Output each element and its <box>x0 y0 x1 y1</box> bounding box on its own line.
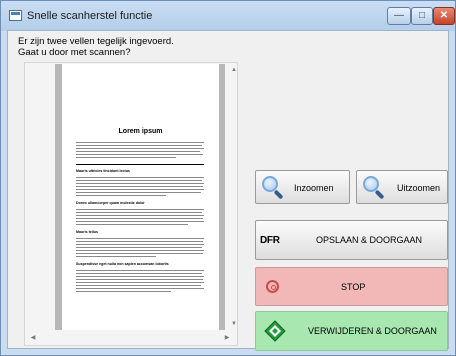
green-diamond-arrow-icon <box>264 320 286 342</box>
text-line <box>76 221 204 222</box>
text-line <box>76 180 202 181</box>
prompt-message: Er zijn twee vellen tegelijk ingevoerd. … <box>18 36 174 58</box>
save-and-continue-label: OPSLAAN & DOORGAAN <box>316 235 423 245</box>
magnifier-icon <box>362 175 386 200</box>
text-line <box>76 273 202 274</box>
text-line <box>76 177 204 178</box>
text-line <box>76 195 166 196</box>
text-line <box>76 270 204 271</box>
doc-title: Lorem ipsum <box>118 128 163 135</box>
text-line <box>76 247 202 248</box>
doc-separator <box>76 164 204 165</box>
zoom-out-label: Uitzoomen <box>397 183 441 193</box>
text-line <box>76 218 203 219</box>
text-line <box>76 279 203 280</box>
magnifier-icon <box>261 175 285 200</box>
app-window-icon <box>9 10 22 21</box>
text-line <box>76 276 204 277</box>
stop-icon <box>266 280 279 293</box>
text-line <box>76 253 203 254</box>
text-line <box>76 241 203 242</box>
text-line <box>76 157 176 158</box>
text-line <box>76 192 201 193</box>
doc-heading: Donec ullamcorper quam molestie dolor <box>76 201 145 205</box>
scanned-page-preview: Lorem ipsum Mauris ultricies tincidunt l… <box>62 64 219 330</box>
maximize-button[interactable]: □ <box>411 7 433 25</box>
scroll-left-icon[interactable]: ◀ <box>28 333 38 343</box>
title-bar[interactable]: Snelle scanherstel functie — □ ✕ <box>1 1 455 31</box>
text-line <box>76 148 204 149</box>
text-line <box>76 209 204 210</box>
dfr-logo-icon: DFR <box>260 235 280 246</box>
zoom-in-label: Inzoomen <box>294 183 334 193</box>
text-line <box>76 256 156 257</box>
text-line <box>76 224 188 225</box>
prompt-line-2: Gaat u door met scannen? <box>18 47 131 58</box>
text-line <box>76 244 204 245</box>
stop-button[interactable]: STOP <box>255 267 448 306</box>
save-and-continue-button[interactable]: DFR OPSLAAN & DOORGAAN <box>255 220 448 260</box>
text-line <box>76 282 204 283</box>
scroll-right-icon[interactable]: ▶ <box>222 333 232 343</box>
text-line <box>76 250 204 251</box>
zoom-in-button[interactable]: Inzoomen <box>255 170 350 204</box>
doc-heading: Mauris ultricies tincidunt lectus <box>76 169 130 173</box>
window-title: Snelle scanherstel functie <box>27 10 153 22</box>
text-line <box>76 212 202 213</box>
doc-heading: Suspendisse eget nulla non sapien accums… <box>76 262 169 266</box>
text-line <box>76 291 171 292</box>
horizontal-scrollbar[interactable]: ◀ ▶ <box>26 332 238 344</box>
text-line <box>76 151 200 152</box>
text-line <box>76 238 204 239</box>
minimize-button[interactable]: — <box>387 7 411 25</box>
close-button[interactable]: ✕ <box>433 7 455 25</box>
text-line <box>76 154 203 155</box>
stop-label: STOP <box>341 282 366 292</box>
text-line <box>76 145 202 146</box>
text-line <box>76 288 204 289</box>
text-line <box>76 285 201 286</box>
scroll-up-icon[interactable]: ▲ <box>230 66 238 74</box>
vertical-scrollbar[interactable]: ▲ ▼ <box>228 64 240 330</box>
text-line <box>76 142 204 143</box>
doc-heading: Mauris tellus <box>76 230 98 234</box>
delete-and-continue-label: VERWIJDEREN & DOORGAAN <box>308 326 437 336</box>
text-line <box>76 183 204 184</box>
delete-and-continue-button[interactable]: VERWIJDEREN & DOORGAAN <box>255 311 448 351</box>
text-line <box>76 215 204 216</box>
text-line <box>76 186 203 187</box>
prompt-line-1: Er zijn twee vellen tegelijk ingevoerd. <box>18 36 174 47</box>
zoom-out-button[interactable]: Uitzoomen <box>356 170 448 204</box>
scroll-down-icon[interactable]: ▼ <box>230 320 238 328</box>
text-line <box>76 189 204 190</box>
